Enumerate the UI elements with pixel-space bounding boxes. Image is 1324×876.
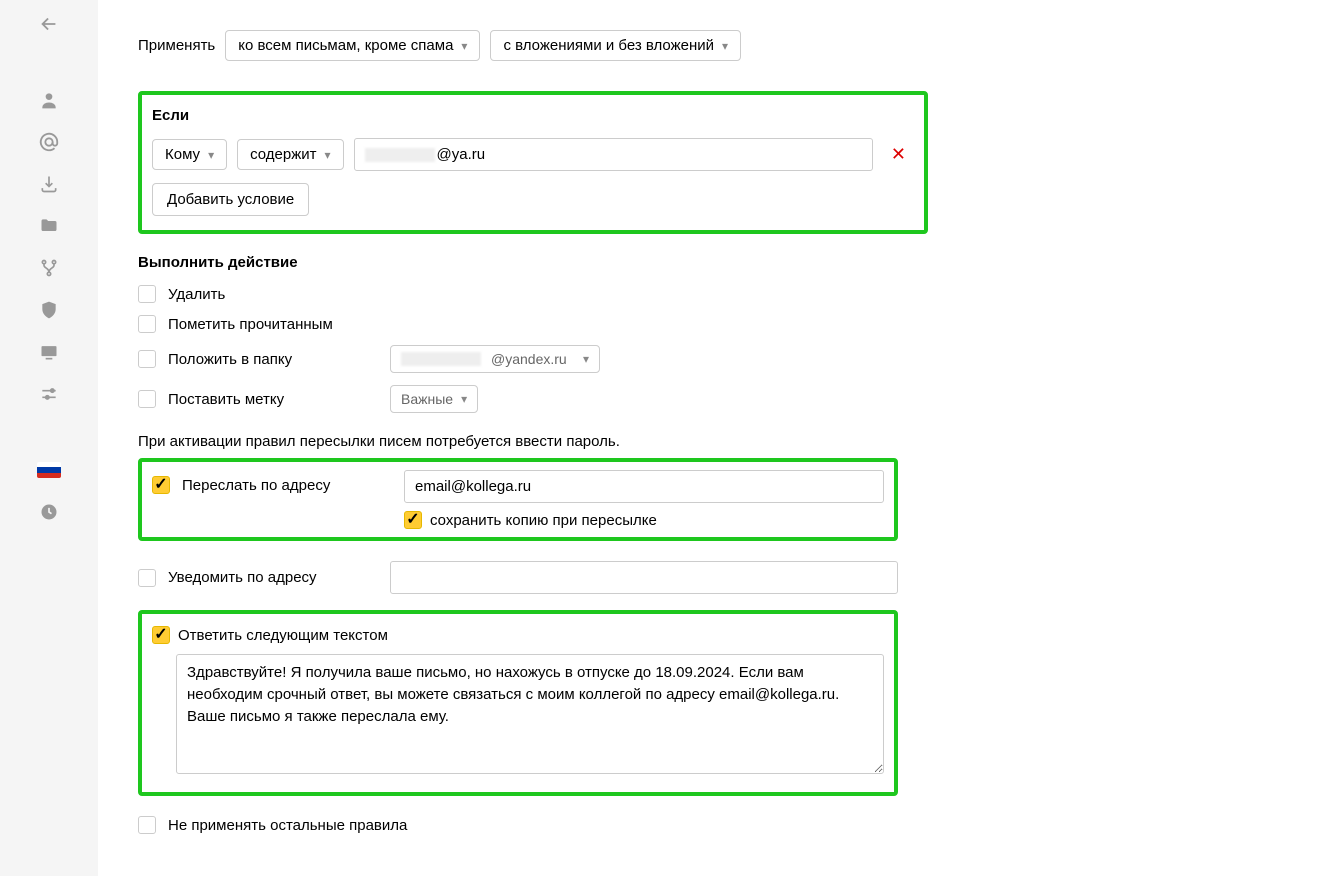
label-label: Поставить метку <box>168 391 284 408</box>
condition-operator-dropdown[interactable]: содержит ▾ <box>237 139 343 170</box>
condition-operator-value: содержит <box>250 146 316 163</box>
forward-box: Переслать по адресу сохранить копию при … <box>138 458 898 541</box>
forward-hint: При активации правил пересылки писем пот… <box>138 433 1284 450</box>
apply-scope-dropdown[interactable]: ко всем письмам, кроме спама ▾ <box>225 30 480 61</box>
savecopy-label: сохранить копию при пересылке <box>430 512 657 529</box>
forward-address-input[interactable] <box>404 470 884 503</box>
apply-scope-value: ко всем письмам, кроме спама <box>238 37 453 54</box>
condition-value-suffix: @ya.ru <box>437 146 486 163</box>
back-icon[interactable] <box>35 10 63 38</box>
skip-others-label: Не применять остальные правила <box>168 817 407 834</box>
skip-others-row: Не применять остальные правила <box>138 816 1284 834</box>
markread-label: Пометить прочитанным <box>168 316 333 333</box>
monitor-icon[interactable] <box>35 338 63 366</box>
folder-icon[interactable] <box>35 212 63 240</box>
condition-value-input[interactable]: @ya.ru <box>354 138 873 171</box>
redacted-text <box>365 148 435 162</box>
notify-checkbox[interactable] <box>138 569 156 587</box>
add-condition-button[interactable]: Добавить условие <box>152 183 309 216</box>
forward-checkbox[interactable] <box>152 476 170 494</box>
actions-title: Выполнить действие <box>138 254 1284 271</box>
label-tag-value: Важные <box>401 391 453 407</box>
chevron-down-icon: ▾ <box>461 392 467 406</box>
condition-row: Кому ▾ содержит ▾ @ya.ru ✕ <box>152 138 914 171</box>
savecopy-checkbox[interactable] <box>404 511 422 529</box>
delete-label: Удалить <box>168 286 225 303</box>
autoreply-checkbox[interactable] <box>152 626 170 644</box>
condition-box: Если Кому ▾ содержит ▾ @ya.ru ✕ Добавить… <box>138 91 928 234</box>
chevron-down-icon: ▾ <box>325 148 331 162</box>
notify-row: Уведомить по адресу <box>138 561 898 594</box>
notify-address-input[interactable] <box>390 561 898 594</box>
condition-title: Если <box>152 107 914 124</box>
download-icon[interactable] <box>35 170 63 198</box>
condition-field-value: Кому <box>165 146 200 163</box>
forward-label: Переслать по адресу <box>182 477 330 494</box>
condition-field-dropdown[interactable]: Кому ▾ <box>152 139 227 170</box>
clock-icon[interactable] <box>35 498 63 526</box>
move-checkbox[interactable] <box>138 350 156 368</box>
fork-icon[interactable] <box>35 254 63 282</box>
delete-condition-button[interactable]: ✕ <box>883 144 914 165</box>
chevron-down-icon: ▾ <box>461 39 467 53</box>
forward-savecopy-row: сохранить копию при пересылке <box>404 511 884 529</box>
action-label-row: Поставить метку Важные ▾ <box>138 385 1284 413</box>
apply-row: Применять ко всем письмам, кроме спама ▾… <box>138 30 1284 61</box>
action-markread-row: Пометить прочитанным <box>138 315 1284 333</box>
move-folder-dropdown[interactable]: @yandex.ru ▾ <box>390 345 600 373</box>
move-folder-suffix: @yandex.ru <box>491 351 567 367</box>
sliders-icon[interactable] <box>35 380 63 408</box>
shield-icon[interactable] <box>35 296 63 324</box>
chevron-down-icon: ▾ <box>722 39 728 53</box>
user-icon[interactable] <box>35 86 63 114</box>
skip-others-checkbox[interactable] <box>138 816 156 834</box>
notify-label: Уведомить по адресу <box>168 569 317 586</box>
markread-checkbox[interactable] <box>138 315 156 333</box>
apply-attachments-dropdown[interactable]: с вложениями и без вложений ▾ <box>490 30 741 61</box>
move-label: Положить в папку <box>168 351 292 368</box>
label-checkbox[interactable] <box>138 390 156 408</box>
main-content: Применять ко всем письмам, кроме спама ▾… <box>98 0 1324 876</box>
redacted-text <box>401 352 481 366</box>
autoreply-label: Ответить следующим текстом <box>178 627 388 644</box>
sidebar <box>0 0 98 876</box>
chevron-down-icon: ▾ <box>583 352 589 366</box>
autoreply-box: Ответить следующим текстом <box>138 610 898 796</box>
apply-label: Применять <box>138 37 215 54</box>
autoreply-textarea[interactable] <box>176 654 884 774</box>
flag-ru-icon[interactable] <box>35 456 63 484</box>
delete-checkbox[interactable] <box>138 285 156 303</box>
at-icon[interactable] <box>35 128 63 156</box>
action-delete-row: Удалить <box>138 285 1284 303</box>
label-tag-dropdown[interactable]: Важные ▾ <box>390 385 478 413</box>
chevron-down-icon: ▾ <box>208 148 214 162</box>
action-move-row: Положить в папку @yandex.ru ▾ <box>138 345 1284 373</box>
apply-attachments-value: с вложениями и без вложений <box>503 37 714 54</box>
